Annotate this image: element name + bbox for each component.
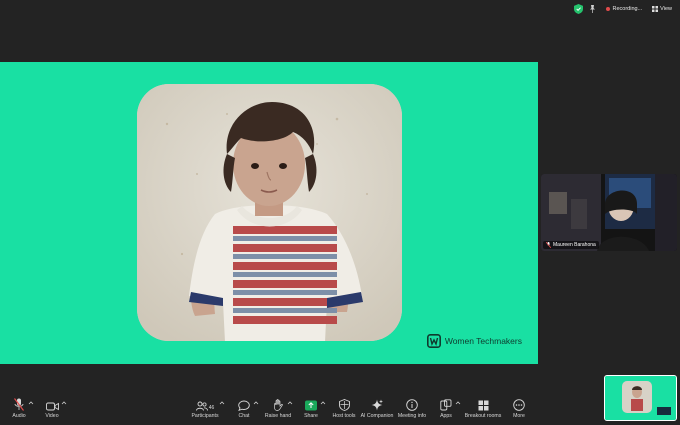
security-shield-icon[interactable] <box>573 4 583 14</box>
video-camera-icon <box>45 402 59 411</box>
share-label: Share <box>304 413 318 419</box>
apps-label: Apps <box>440 413 452 419</box>
grid-view-icon <box>652 6 659 12</box>
participants-icon <box>195 401 208 411</box>
apps-icon <box>440 399 452 411</box>
info-icon <box>406 399 418 411</box>
breakout-rooms-grid-icon <box>478 400 488 411</box>
chat-label: Chat <box>238 413 250 419</box>
video-label: Video <box>45 413 59 419</box>
more-label: More <box>513 413 525 419</box>
meeting-info-label: Meeting info <box>397 413 427 419</box>
recording-label: Recording... <box>612 6 643 12</box>
pin-icon[interactable] <box>589 5 596 13</box>
meeting-info-button[interactable]: Meeting info <box>393 397 431 419</box>
participant-name: Maureen Barahona <box>553 242 596 248</box>
meeting-toolbar: Audio Video 46 Participants Chat Raise h… <box>0 395 680 425</box>
wtm-logo-icon <box>426 334 441 348</box>
participants-label: Participants <box>191 413 219 419</box>
recording-dot-icon <box>605 7 610 11</box>
participant-name-tag: Maureen Barahona <box>543 241 599 249</box>
more-button[interactable]: More <box>500 397 538 419</box>
host-tools-label: Host tools <box>332 413 356 419</box>
women-techmakers-logo: Women Techmakers <box>426 334 522 348</box>
audio-label: Audio <box>12 413 26 419</box>
child-photo-illustration <box>137 84 402 341</box>
ai-sparkle-icon <box>371 399 383 411</box>
raise-hand-label: Raise hand <box>264 413 292 419</box>
host-tools-shield-icon <box>338 399 350 411</box>
more-ellipsis-icon <box>513 399 525 411</box>
breakout-rooms-label: Breakout rooms <box>464 413 502 419</box>
view-button[interactable]: View <box>652 6 672 12</box>
brand-text: Women Techmakers <box>444 336 522 346</box>
view-label: View <box>660 6 672 12</box>
participant-video-frame <box>541 174 677 251</box>
share-screen-icon <box>305 400 317 411</box>
microphone-muted-icon <box>14 398 24 411</box>
breakout-rooms-button[interactable]: Breakout rooms <box>464 397 502 419</box>
ai-companion-button[interactable]: AI Companion <box>358 397 396 419</box>
recording-indicator[interactable]: Recording... <box>602 5 647 13</box>
chat-bubble-icon <box>238 400 250 411</box>
video-options-chevron-icon[interactable] <box>61 400 67 406</box>
shared-screen[interactable]: Women Techmakers <box>0 62 538 364</box>
ai-companion-label: AI Companion <box>360 413 394 419</box>
status-bar: Recording... View <box>573 0 680 18</box>
apps-options-chevron-icon[interactable] <box>455 400 461 406</box>
muted-mic-icon <box>546 242 551 248</box>
participant-video-tile[interactable]: Maureen Barahona <box>541 174 677 251</box>
raise-hand-icon <box>273 399 283 411</box>
participants-count: 46 <box>208 405 215 411</box>
child-photo <box>137 84 402 341</box>
